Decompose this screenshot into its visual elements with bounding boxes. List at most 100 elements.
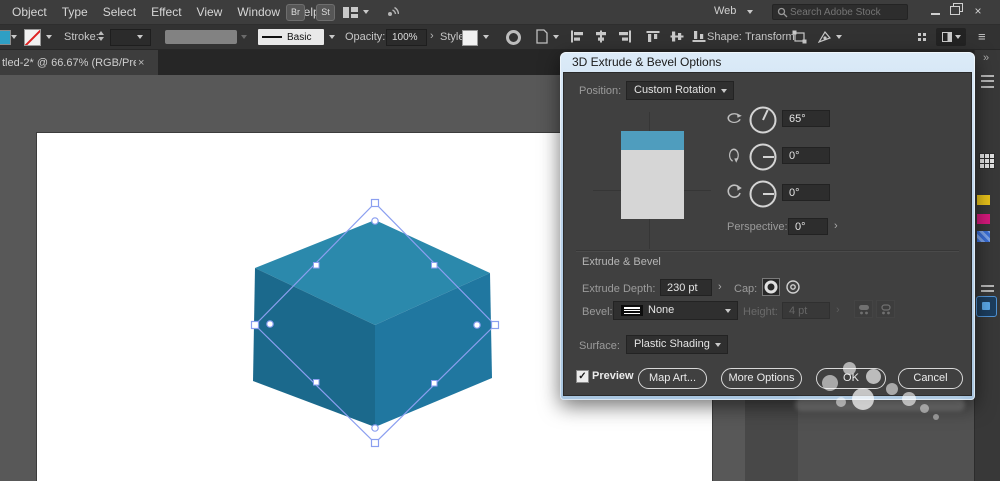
transform-label[interactable]: Transform <box>745 31 795 43</box>
extrude-depth-field[interactable]: 230 pt <box>660 279 712 296</box>
document-tab[interactable]: tled-2* @ 66.67% (RGB/Preview) × <box>0 50 158 75</box>
stroke-swatch[interactable] <box>24 29 41 46</box>
dialog-title[interactable]: 3D Extrude & Bevel Options <box>563 52 972 72</box>
minimize-icon[interactable] <box>931 13 940 15</box>
isolate-object-icon[interactable] <box>818 30 832 44</box>
illustrator-window: Object Type Select Effect View Window He… <box>0 0 1000 481</box>
active-tool-panel-icon[interactable] <box>976 296 997 317</box>
panel-shadow-band <box>745 400 798 481</box>
section-title: Extrude & Bevel <box>582 256 661 268</box>
rotate-y-field[interactable]: 0° <box>782 147 830 164</box>
stroke-weight-field[interactable] <box>110 29 151 46</box>
cancel-button[interactable]: Cancel <box>898 368 963 389</box>
close-icon[interactable]: × <box>969 2 987 20</box>
menu-view[interactable]: View <box>195 5 225 19</box>
pattern-swatch[interactable] <box>977 231 990 242</box>
perspective-expand-icon[interactable]: › <box>834 220 838 232</box>
align-bottom-icon[interactable] <box>692 30 706 43</box>
stroke-weight-stepper[interactable] <box>98 31 104 41</box>
workspace-chevron-icon[interactable] <box>363 10 369 14</box>
opacity-label[interactable]: Opacity: <box>345 31 385 43</box>
search-input[interactable] <box>788 5 902 19</box>
bridge-button[interactable]: Br <box>286 4 305 21</box>
arrange-chevron-icon <box>954 35 961 39</box>
arrange-documents-icon[interactable] <box>918 33 926 41</box>
opacity-field[interactable]: 100% <box>386 29 427 46</box>
rotate-y-dial[interactable] <box>748 142 778 172</box>
height-expand-icon: › <box>836 304 840 316</box>
stroke-weight-chevron-icon[interactable] <box>137 35 143 39</box>
profile-chevron-icon <box>241 35 247 39</box>
brush-name: Basic <box>287 31 312 43</box>
rotation-track-cube[interactable] <box>621 131 684 219</box>
menu-type[interactable]: Type <box>60 5 90 19</box>
align-left-icon[interactable] <box>570 30 584 43</box>
cap-on-button[interactable] <box>762 278 780 296</box>
rotate-x-field[interactable]: 65° <box>782 110 830 127</box>
brush-chevron-icon[interactable] <box>329 35 335 39</box>
magenta-swatch[interactable] <box>977 214 990 224</box>
width-profile-select[interactable] <box>165 30 237 44</box>
bevel-chevron-icon <box>725 309 731 313</box>
preview-checkbox[interactable]: ✓ <box>576 370 589 383</box>
align-center-horizontal-icon[interactable] <box>594 30 608 43</box>
collapse-panels-icon[interactable]: » <box>983 52 989 64</box>
cube-artwork[interactable] <box>240 198 510 450</box>
menu-window[interactable]: Window <box>235 5 282 19</box>
document-arrange-select[interactable] <box>936 28 966 46</box>
menu-effect[interactable]: Effect <box>149 5 183 19</box>
extruded-cube[interactable] <box>253 220 492 427</box>
align-right-icon[interactable] <box>618 30 632 43</box>
yellow-swatch[interactable] <box>977 195 990 205</box>
recolor-artwork-icon[interactable] <box>506 30 521 45</box>
align-top-icon[interactable] <box>646 30 660 43</box>
brush-select[interactable]: Basic <box>258 29 324 45</box>
position-chevron-icon <box>721 89 727 93</box>
workspace-select-chevron-icon[interactable] <box>747 10 753 14</box>
stock-button[interactable]: St <box>316 4 335 21</box>
document-setup-chevron-icon[interactable] <box>553 35 559 39</box>
stock-search[interactable] <box>772 4 908 20</box>
restore-icon[interactable] <box>950 3 963 15</box>
menu-select[interactable]: Select <box>101 5 138 19</box>
preview-label: Preview <box>592 370 634 382</box>
fill-swatch[interactable] <box>0 30 11 45</box>
cap-off-button[interactable] <box>784 278 802 296</box>
swatches-panel-icon[interactable] <box>979 153 995 169</box>
panel-menu-icon[interactable] <box>981 75 994 88</box>
menu-object[interactable]: Object <box>10 5 49 19</box>
rotate-x-dial[interactable] <box>748 105 778 135</box>
workspace-select[interactable]: Web <box>714 5 736 17</box>
bounding-box-icon[interactable] <box>792 30 807 44</box>
map-art-button[interactable]: Map Art... <box>638 368 707 389</box>
document-setup-icon[interactable] <box>536 29 548 44</box>
extrude-bevel-dialog: 3D Extrude & Bevel Options Position: Cus… <box>560 52 975 400</box>
cap-label: Cap: <box>734 283 758 295</box>
surface-label: Surface: <box>579 340 620 352</box>
surface-select[interactable]: Plastic Shading <box>626 335 728 354</box>
bevel-extent-out-icon <box>858 304 869 314</box>
isolate-chevron-icon[interactable] <box>836 35 842 39</box>
ok-button[interactable]: OK <box>816 368 886 389</box>
extrude-depth-expand-icon[interactable]: › <box>718 281 722 293</box>
opacity-expand-icon[interactable]: › <box>430 30 434 42</box>
workspace-list-icon[interactable]: ≡ <box>978 29 986 44</box>
perspective-field[interactable]: 0° <box>788 218 828 235</box>
fill-chevron-icon[interactable] <box>11 35 17 39</box>
style-chevron-icon[interactable] <box>483 35 489 39</box>
rotate-z-field[interactable]: 0° <box>782 184 830 201</box>
height-field: 4 pt <box>782 302 830 319</box>
bevel-select[interactable]: None <box>613 301 738 320</box>
stroke-label[interactable]: Stroke: <box>64 31 99 43</box>
share-screen-icon[interactable] <box>385 5 399 19</box>
more-options-button[interactable]: More Options <box>721 368 802 389</box>
workspace-switcher-icon[interactable] <box>343 7 358 18</box>
tab-close-icon[interactable]: × <box>138 57 144 69</box>
rotate-z-dial[interactable] <box>748 179 778 209</box>
position-select[interactable]: Custom Rotation <box>626 81 734 100</box>
shape-label[interactable]: Shape: <box>707 31 742 43</box>
align-center-vertical-icon[interactable] <box>670 30 684 43</box>
document-tab-title: tled-2* @ 66.67% (RGB/Preview) <box>2 56 136 69</box>
stroke-chevron-icon[interactable] <box>46 35 52 39</box>
style-swatch[interactable] <box>462 30 478 46</box>
